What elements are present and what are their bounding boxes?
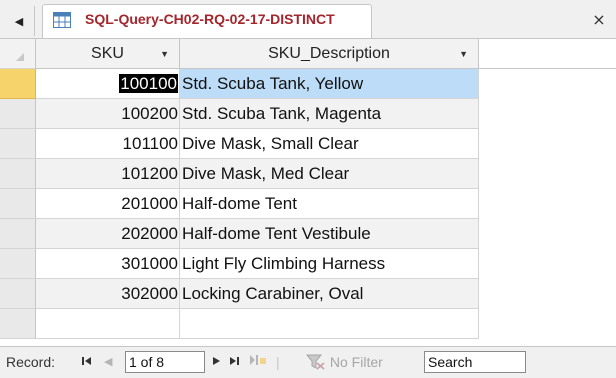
sort-filter-dropdown-icon[interactable]: ▼ (459, 49, 468, 59)
document-tab-bar: ◀ SQL-Query-CH02-RQ-02-17-DISTINCT × (0, 0, 616, 39)
header-empty-area (479, 39, 616, 69)
column-header-label: SKU_Description (268, 44, 390, 62)
previous-record-button[interactable]: ◀ (104, 347, 112, 378)
record-selector[interactable] (0, 219, 36, 249)
description-cell[interactable]: Dive Mask, Small Clear (180, 129, 479, 159)
description-cell[interactable]: Half-dome Tent (180, 189, 479, 219)
sku-cell[interactable]: 100100 (36, 69, 180, 99)
filter-icon (305, 354, 325, 370)
table-row[interactable]: 101100 Dive Mask, Small Clear (0, 129, 616, 159)
new-record-button[interactable] (250, 347, 266, 378)
select-all-triangle-icon (16, 53, 24, 61)
search-box[interactable]: Search (424, 351, 526, 373)
first-record-icon (82, 357, 91, 365)
table-row[interactable]: 302000 Locking Carabiner, Oval (0, 279, 616, 309)
last-record-icon (230, 357, 239, 365)
column-header-row: SKU ▼ SKU_Description ▼ (0, 39, 616, 69)
first-record-button[interactable] (82, 347, 92, 378)
next-record-icon (213, 357, 220, 365)
sort-filter-dropdown-icon[interactable]: ▼ (160, 49, 169, 59)
new-record-icon (250, 355, 266, 365)
description-cell[interactable]: Dive Mask, Med Clear (180, 159, 479, 189)
sku-cell[interactable]: 202000 (36, 219, 180, 249)
sku-cell[interactable]: 101200 (36, 159, 180, 189)
record-selector[interactable] (0, 129, 36, 159)
triangle-left-icon: ◀ (14, 14, 24, 28)
description-cell[interactable]: Std. Scuba Tank, Yellow (180, 69, 479, 99)
close-icon: × (592, 9, 606, 29)
record-selector[interactable] (0, 189, 36, 219)
column-header-sku[interactable]: SKU ▼ (36, 39, 180, 69)
sku-cell[interactable]: 301000 (36, 249, 180, 279)
table-row[interactable]: 101200 Dive Mask, Med Clear (0, 159, 616, 189)
record-selector[interactable] (0, 249, 36, 279)
last-record-button[interactable] (230, 347, 240, 378)
separator: | (276, 354, 280, 370)
record-selector[interactable] (0, 99, 36, 129)
description-cell[interactable]: Light Fly Climbing Harness (180, 249, 479, 279)
next-record-button[interactable] (213, 347, 221, 378)
sku-cell[interactable] (36, 309, 180, 339)
table-row[interactable]: 100100 Std. Scuba Tank, Yellow (0, 69, 616, 99)
description-cell[interactable] (180, 309, 479, 339)
table-row[interactable]: 201000 Half-dome Tent (0, 189, 616, 219)
no-filter-button[interactable]: No Filter (305, 347, 383, 378)
close-tab-button[interactable]: × (588, 6, 610, 32)
column-header-label: SKU (91, 44, 124, 62)
record-selector[interactable] (0, 279, 36, 309)
previous-record-icon: ◀ (104, 356, 113, 368)
scroll-tabs-left-button[interactable]: ◀ (4, 6, 35, 36)
query-table-icon (53, 12, 71, 28)
current-record-field[interactable]: 1 of 8 (125, 351, 205, 373)
tab-title: SQL-Query-CH02-RQ-02-17-DISTINCT (85, 11, 335, 27)
select-all-button[interactable] (0, 39, 36, 69)
record-navigation-bar: Record: ◀ 1 of 8 | No Filter Search (0, 346, 616, 378)
record-selector[interactable] (0, 309, 36, 339)
sku-cell[interactable]: 302000 (36, 279, 180, 309)
sku-cell[interactable]: 201000 (36, 189, 180, 219)
query-document-tab[interactable]: SQL-Query-CH02-RQ-02-17-DISTINCT (42, 4, 372, 38)
no-filter-label: No Filter (329, 354, 383, 370)
table-row[interactable]: 202000 Half-dome Tent Vestibule (0, 219, 616, 249)
new-record-row[interactable] (0, 309, 616, 339)
selected-cell-text: 100100 (119, 74, 178, 93)
sku-cell[interactable]: 100200 (36, 99, 180, 129)
record-selector[interactable] (0, 69, 36, 99)
description-cell[interactable]: Half-dome Tent Vestibule (180, 219, 479, 249)
record-selector[interactable] (0, 159, 36, 189)
table-row[interactable]: 100200 Std. Scuba Tank, Magenta (0, 99, 616, 129)
record-label: Record: (6, 354, 56, 370)
description-cell[interactable]: Locking Carabiner, Oval (180, 279, 479, 309)
description-cell[interactable]: Std. Scuba Tank, Magenta (180, 99, 479, 129)
table-row[interactable]: 301000 Light Fly Climbing Harness (0, 249, 616, 279)
query-datasheet: SKU ▼ SKU_Description ▼ 100100 Std. Scub… (0, 39, 616, 343)
sku-cell[interactable]: 101100 (36, 129, 180, 159)
column-header-sku-description[interactable]: SKU_Description ▼ (180, 39, 479, 69)
